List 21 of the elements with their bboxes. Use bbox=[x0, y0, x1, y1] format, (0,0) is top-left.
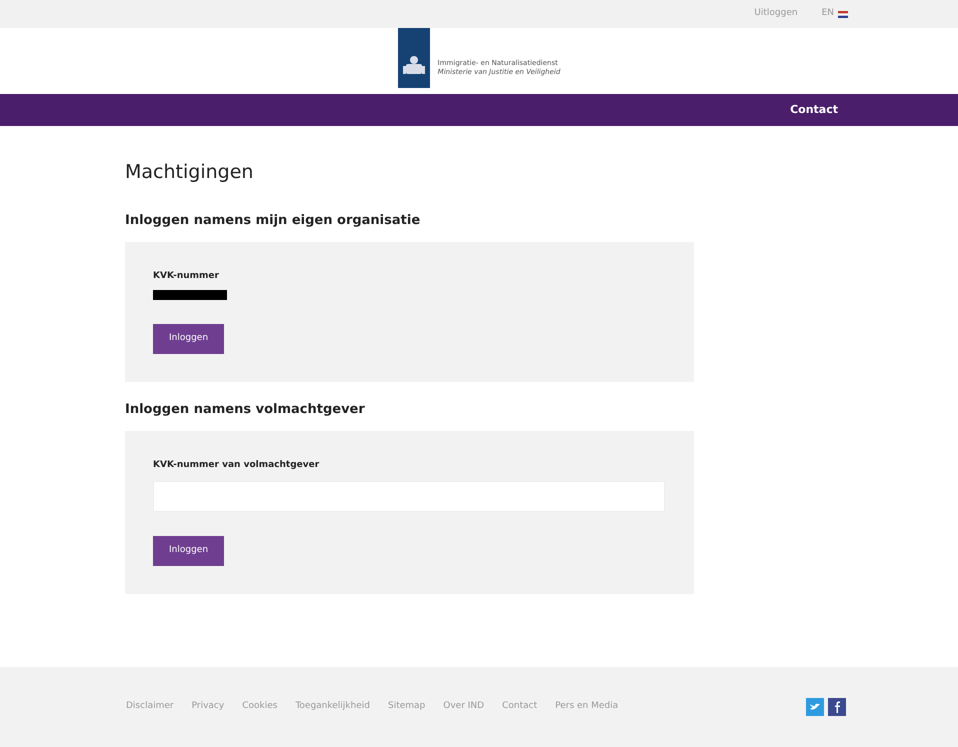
login-button[interactable]: Inloggen bbox=[153, 536, 224, 566]
letter-f-icon[interactable] bbox=[828, 698, 846, 716]
footer-link[interactable]: Toegankelijkheid bbox=[295, 700, 370, 714]
logout-link[interactable]: Uitloggen bbox=[754, 7, 798, 21]
footer-link[interactable]: Contact bbox=[502, 700, 538, 714]
footer-link[interactable]: Privacy bbox=[192, 700, 224, 714]
crest-logo-icon bbox=[398, 28, 430, 88]
section-heading: Inloggen namens volmachtgever bbox=[125, 400, 366, 418]
login-button[interactable]: Inloggen bbox=[153, 324, 224, 354]
field-label: KVK-nummer van volmachtgever bbox=[153, 459, 320, 472]
footer-link[interactable]: Over IND bbox=[443, 700, 484, 714]
footer-link[interactable]: Disclaimer bbox=[126, 700, 174, 714]
flag-icon bbox=[838, 10, 848, 18]
footer-link[interactable]: Cookies bbox=[242, 700, 278, 714]
footer-link[interactable]: Pers en Media bbox=[555, 700, 618, 714]
nav-link[interactable]: Contact bbox=[790, 102, 838, 118]
footer-link[interactable]: Sitemap bbox=[388, 700, 426, 714]
language-link[interactable]: EN bbox=[822, 7, 848, 21]
field-label: KVK-nummer bbox=[153, 270, 219, 283]
page-title: Machtigingen bbox=[125, 160, 254, 185]
section-heading: Inloggen namens mijn eigen organisatie bbox=[125, 212, 422, 230]
